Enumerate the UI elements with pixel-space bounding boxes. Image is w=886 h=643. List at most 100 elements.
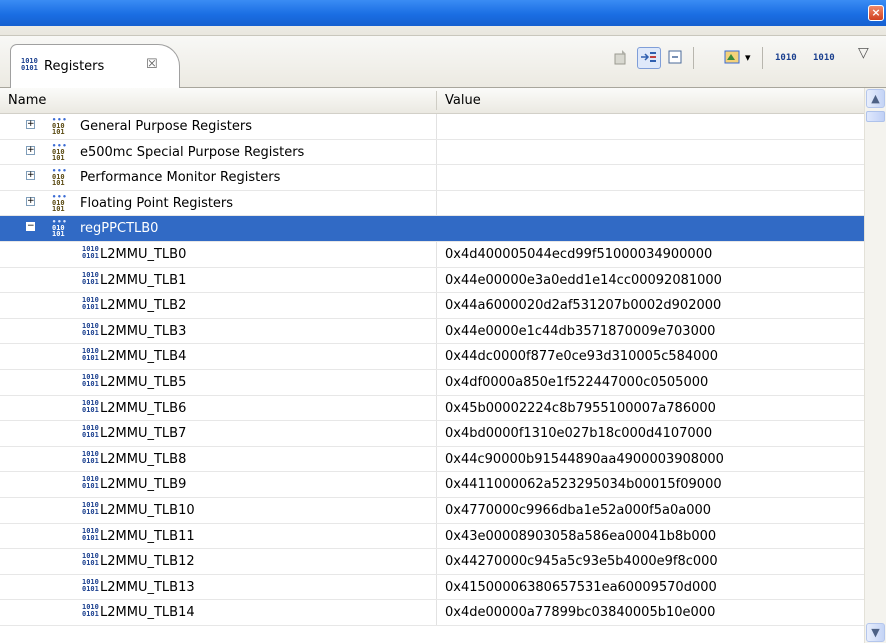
register-value[interactable]: 0x4df0000a850e1f522447000c0505000 <box>445 370 708 395</box>
register-value[interactable]: 0x4de00000a77899bc03840005b10e000 <box>445 600 715 625</box>
window-title-bar: × <box>0 0 886 36</box>
register-name: L2MMU_TLB6 <box>100 400 187 416</box>
tree-row-register[interactable]: 1010 0101 L2MMU_TLB6 0x45b00002224c8b7955… <box>0 395 864 422</box>
register-name: L2MMU_TLB5 <box>100 374 187 390</box>
scroll-down-button[interactable]: ▼ <box>866 623 885 642</box>
group-name: e500mc Special Purpose Registers <box>80 144 305 160</box>
table-header: Name Value <box>0 88 864 114</box>
register-name: L2MMU_TLB4 <box>100 349 187 365</box>
register-value[interactable]: 0x44dc0000f877e0ce93d310005c584000 <box>445 344 718 369</box>
register-icon: 1010 0101 <box>82 296 99 312</box>
register-icon: 1010 0101 <box>82 577 99 593</box>
tree-row-register[interactable]: 1010 0101 L2MMU_TLB5 0x4df0000a850e1f5224… <box>0 369 864 396</box>
chevron-down-icon[interactable]: ▾ <box>745 47 757 69</box>
group-name: Performance Monitor Registers <box>80 170 281 186</box>
register-icon: 1010 0101 <box>82 270 99 286</box>
tree-row-register[interactable]: 1010 0101 L2MMU_TLB14 0x4de00000a77899bc0… <box>0 600 864 626</box>
register-value[interactable]: 0x4770000c9966dba1e52a000f5a0a000 <box>445 498 711 523</box>
group-name: Floating Point Registers <box>80 195 234 211</box>
show-type-names-icon <box>641 52 656 62</box>
scroll-thumb[interactable] <box>866 111 885 122</box>
expand-toggle-icon[interactable]: + <box>26 196 35 206</box>
register-name: L2MMU_TLB1 <box>100 272 187 288</box>
number-format-button-2[interactable]: 1010 <box>813 47 843 69</box>
number-format-button-1[interactable]: 1010 <box>775 47 805 69</box>
register-name: L2MMU_TLB2 <box>100 298 187 314</box>
group-name: General Purpose Registers <box>80 119 252 134</box>
view-menu-icon[interactable]: ▽ <box>858 44 874 66</box>
register-icon: 1010 0101 <box>82 449 99 465</box>
register-icon: 1010 0101 <box>82 398 99 414</box>
tree-row-register[interactable]: 1010 0101 L2MMU_TLB13 0x41500006380657531… <box>0 574 864 601</box>
register-group-icon: ••• 010 101 <box>52 218 68 239</box>
register-value[interactable]: 0x4bd0000f1310e027b18c000d4107000 <box>445 421 712 446</box>
register-icon: 1010 0101 <box>82 552 99 568</box>
scroll-up-button[interactable]: ▲ <box>866 89 885 108</box>
register-icon: 1010 0101 <box>82 500 99 516</box>
collapse-all-icon <box>668 50 682 64</box>
register-value[interactable]: 0x44e0000e1c44db3571870009e703000 <box>445 319 715 344</box>
registers-view-icon: 1010 0101 <box>21 57 38 72</box>
window-caption <box>0 0 886 26</box>
tree-row-register[interactable]: 1010 0101 L2MMU_TLB7 0x4bd0000f1310e027b1… <box>0 421 864 447</box>
layout-icon <box>724 50 740 64</box>
register-name: L2MMU_TLB13 <box>100 579 195 595</box>
tab-close-icon[interactable]: ☒ <box>146 57 158 72</box>
tree-row-group[interactable]: + ••• 010 101 Performance Monitor Register… <box>0 165 864 191</box>
collapse-toggle-icon[interactable]: − <box>26 222 35 232</box>
vertical-scrollbar[interactable]: ▲ ▼ <box>864 88 886 643</box>
group-name: regPPCTLB0 <box>80 221 159 237</box>
close-window-button[interactable]: × <box>868 5 884 21</box>
register-name: L2MMU_TLB8 <box>100 451 187 467</box>
register-value[interactable]: 0x45b00002224c8b7955100007a786000 <box>445 396 716 421</box>
register-group-icon: ••• 010 101 <box>52 116 68 136</box>
expand-toggle-icon[interactable]: + <box>26 171 35 181</box>
register-icon: 1010 0101 <box>82 372 99 388</box>
new-group-icon <box>614 50 626 65</box>
register-value[interactable]: 0x4411000062a523295034b00015f09000 <box>445 472 722 497</box>
column-header-value[interactable]: Value <box>437 88 864 113</box>
register-value[interactable]: 0x41500006380657531ea60009570d000 <box>445 575 717 600</box>
register-value[interactable]: 0x44270000c945a5c93e5b4000e9f8c000 <box>445 549 718 574</box>
register-value[interactable]: 0x43e00008903058a586ea00041b8b000 <box>445 524 716 549</box>
tree-row-register[interactable]: 1010 0101 L2MMU_TLB4 0x44dc0000f877e0ce93… <box>0 344 864 370</box>
tree-row-register[interactable]: 1010 0101 L2MMU_TLB12 0x44270000c945a5c93… <box>0 549 864 575</box>
register-name: L2MMU_TLB0 <box>100 246 187 262</box>
expand-toggle-icon[interactable]: + <box>26 145 35 155</box>
tree-row-register[interactable]: 1010 0101 L2MMU_TLB9 0x4411000062a5232950… <box>0 472 864 498</box>
tree-row-register[interactable]: 1010 0101 L2MMU_TLB8 0x44c90000b91544890a… <box>0 446 864 473</box>
register-group-icon: ••• 010 101 <box>52 141 68 162</box>
tree-row-register[interactable]: 1010 0101 L2MMU_TLB1 0x44e00000e3a0edd1e1… <box>0 267 864 294</box>
register-icon: 1010 0101 <box>82 603 99 619</box>
tree-row-register[interactable]: 1010 0101 L2MMU_TLB11 0x43e00008903058a58… <box>0 523 864 550</box>
tree-row-group[interactable]: + ••• 010 101 e500mc Special Purpose Regis… <box>0 139 864 166</box>
tree-row-register[interactable]: 1010 0101 L2MMU_TLB10 0x4770000c9966dba1e… <box>0 497 864 524</box>
tab-registers-label: Registers <box>44 59 105 74</box>
collapse-all-button[interactable] <box>663 47 687 69</box>
tree-row-group[interactable]: + ••• 010 101 General Purpose Registers <box>0 114 864 140</box>
tree-row-register[interactable]: 1010 0101 L2MMU_TLB0 0x4d400005044ecd99f5… <box>0 241 864 268</box>
register-value[interactable]: 0x4d400005044ecd99f51000034900000 <box>445 242 712 267</box>
register-name: L2MMU_TLB10 <box>100 502 195 518</box>
register-name: L2MMU_TLB7 <box>100 426 187 442</box>
layout-button[interactable] <box>720 47 744 69</box>
new-register-group-button[interactable] <box>610 47 634 69</box>
register-name: L2MMU_TLB14 <box>100 605 195 621</box>
tree-row-register[interactable]: 1010 0101 L2MMU_TLB3 0x44e0000e1c44db3571… <box>0 318 864 345</box>
tree-row-group-selected[interactable]: − ••• 010 101 regPPCTLB0 <box>0 216 864 242</box>
register-name: L2MMU_TLB11 <box>100 528 195 544</box>
expand-toggle-icon[interactable]: + <box>26 120 35 129</box>
register-value[interactable]: 0x44a6000020d2af531207b0002d902000 <box>445 293 721 318</box>
tab-registers[interactable]: 1010 0101 Registers ☒ <box>10 44 180 88</box>
register-name: L2MMU_TLB9 <box>100 477 187 493</box>
register-icon: 1010 0101 <box>82 424 99 440</box>
show-type-names-button[interactable] <box>637 47 661 69</box>
register-icon: 1010 0101 <box>82 244 99 260</box>
register-value[interactable]: 0x44e00000e3a0edd1e14cc00092081000 <box>445 268 722 293</box>
tree-row-register[interactable]: 1010 0101 L2MMU_TLB2 0x44a6000020d2af5312… <box>0 293 864 319</box>
toolbar-separator <box>693 47 694 69</box>
column-header-name[interactable]: Name <box>0 88 436 113</box>
register-icon: 1010 0101 <box>82 526 99 542</box>
tree-row-group[interactable]: + ••• 010 101 Floating Point Registers <box>0 190 864 217</box>
register-value[interactable]: 0x44c90000b91544890aa4900003908000 <box>445 447 724 472</box>
